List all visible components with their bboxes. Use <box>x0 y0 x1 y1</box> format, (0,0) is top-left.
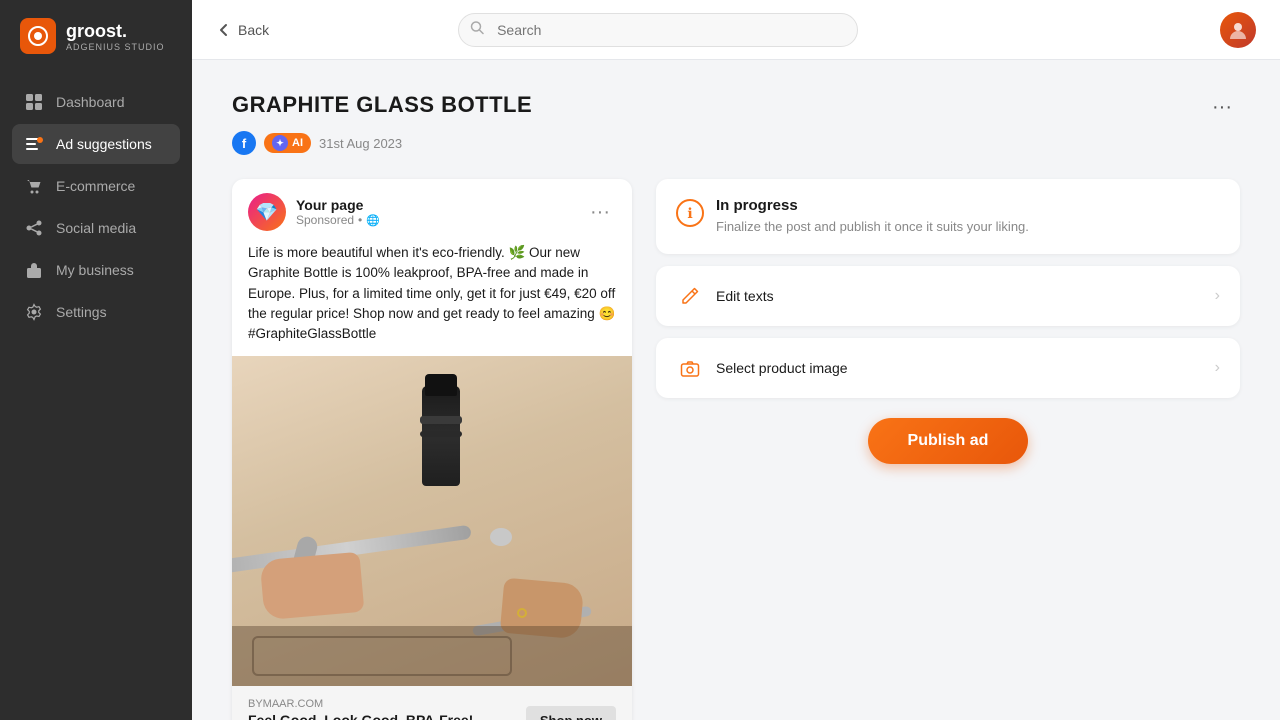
ad-body-text: Life is more beautiful when it's eco-fri… <box>232 239 632 356</box>
ad-page-info: 💎 Your page Sponsored • 🌐 <box>248 193 380 231</box>
select-image-label: Select product image <box>716 360 848 376</box>
sidebar-nav: Dashboard Ad suggestions E- <box>0 72 192 342</box>
back-button[interactable]: Back <box>216 22 269 38</box>
ad-preview-card: 💎 Your page Sponsored • 🌐 ··· <box>232 179 632 720</box>
search-bar <box>458 13 858 47</box>
main-content: Back GRAPHITE GLASS BOTTLE ··· f <box>192 0 1280 720</box>
ai-badge: ✦ AI <box>264 133 311 153</box>
pencil-icon <box>676 282 704 310</box>
publish-ad-button[interactable]: Publish ad <box>868 418 1029 464</box>
status-icon: ℹ <box>676 199 704 227</box>
topbar: Back <box>192 0 1280 60</box>
sidebar-label-e-commerce: E-commerce <box>56 178 135 194</box>
ad-page-icon: 💎 <box>248 193 286 231</box>
sidebar-item-social-media[interactable]: Social media <box>12 208 180 248</box>
sidebar-item-ad-suggestions[interactable]: Ad suggestions <box>12 124 180 164</box>
shop-now-button[interactable]: Shop now <box>526 706 616 720</box>
sidebar-item-e-commerce[interactable]: E-commerce <box>12 166 180 206</box>
status-title: In progress <box>716 197 1029 214</box>
user-avatar <box>1220 12 1256 48</box>
more-options-button[interactable]: ··· <box>1204 92 1240 123</box>
page-header: GRAPHITE GLASS BOTTLE ··· <box>232 92 1240 123</box>
ad-more-button[interactable]: ··· <box>584 196 616 228</box>
logo-main-text: groost. <box>66 21 165 42</box>
sidebar-label-my-business: My business <box>56 262 134 278</box>
page-content: GRAPHITE GLASS BOTTLE ··· f ✦ AI 31st Au… <box>192 60 1280 720</box>
ad-bottom: BYMAAR.COM Feel Good, Look Good. BPA-Fre… <box>232 686 632 720</box>
chevron-right-icon-2: › <box>1215 359 1220 377</box>
ad-suggestions-icon <box>24 134 44 154</box>
social-media-icon <box>24 218 44 238</box>
ad-sponsored: Sponsored • 🌐 <box>296 213 380 227</box>
select-image-card[interactable]: Select product image › <box>656 338 1240 398</box>
right-panel: ℹ In progress Finalize the post and publ… <box>656 179 1240 720</box>
dashboard-icon <box>24 92 44 112</box>
sidebar: groost. ADGENIUS STUDIO Dashboard <box>0 0 192 720</box>
sidebar-label-social-media: Social media <box>56 220 136 236</box>
ad-tagline: Feel Good, Look Good. BPA-Free! <box>248 712 473 720</box>
page-title: GRAPHITE GLASS BOTTLE <box>232 92 532 118</box>
two-column-layout: 💎 Your page Sponsored • 🌐 ··· <box>232 179 1240 720</box>
e-commerce-icon <box>24 176 44 196</box>
sidebar-item-settings[interactable]: Settings <box>12 292 180 332</box>
globe-icon: 🌐 <box>366 214 380 227</box>
publish-wrap: Publish ad <box>656 410 1240 464</box>
sidebar-label-settings: Settings <box>56 304 107 320</box>
logo-sub-text: ADGENIUS STUDIO <box>66 42 165 52</box>
ad-header: 💎 Your page Sponsored • 🌐 ··· <box>232 179 632 239</box>
settings-icon <box>24 302 44 322</box>
status-card: ℹ In progress Finalize the post and publ… <box>656 179 1240 254</box>
logo: groost. ADGENIUS STUDIO <box>0 0 192 72</box>
logo-icon <box>20 18 56 54</box>
search-input[interactable] <box>458 13 858 47</box>
meta-row: f ✦ AI 31st Aug 2023 <box>232 131 1240 155</box>
ai-badge-icon: ✦ <box>272 135 288 151</box>
sidebar-label-ad-suggestions: Ad suggestions <box>56 136 152 152</box>
my-business-icon <box>24 260 44 280</box>
ad-image-simulation <box>232 356 632 686</box>
ad-image <box>232 356 632 686</box>
edit-texts-card[interactable]: Edit texts › <box>656 266 1240 326</box>
ad-url: BYMAAR.COM <box>248 698 473 710</box>
edit-texts-label: Edit texts <box>716 288 774 304</box>
status-description: Finalize the post and publish it once it… <box>716 218 1029 236</box>
ad-page-name: Your page <box>296 197 380 213</box>
ad-date: 31st Aug 2023 <box>319 136 402 151</box>
sidebar-item-my-business[interactable]: My business <box>12 250 180 290</box>
sidebar-item-dashboard[interactable]: Dashboard <box>12 82 180 122</box>
sidebar-label-dashboard: Dashboard <box>56 94 125 110</box>
back-label: Back <box>238 22 269 38</box>
chevron-right-icon: › <box>1215 287 1220 305</box>
back-arrow-icon <box>216 22 232 38</box>
camera-icon <box>676 354 704 382</box>
facebook-badge: f <box>232 131 256 155</box>
search-icon <box>470 20 484 39</box>
